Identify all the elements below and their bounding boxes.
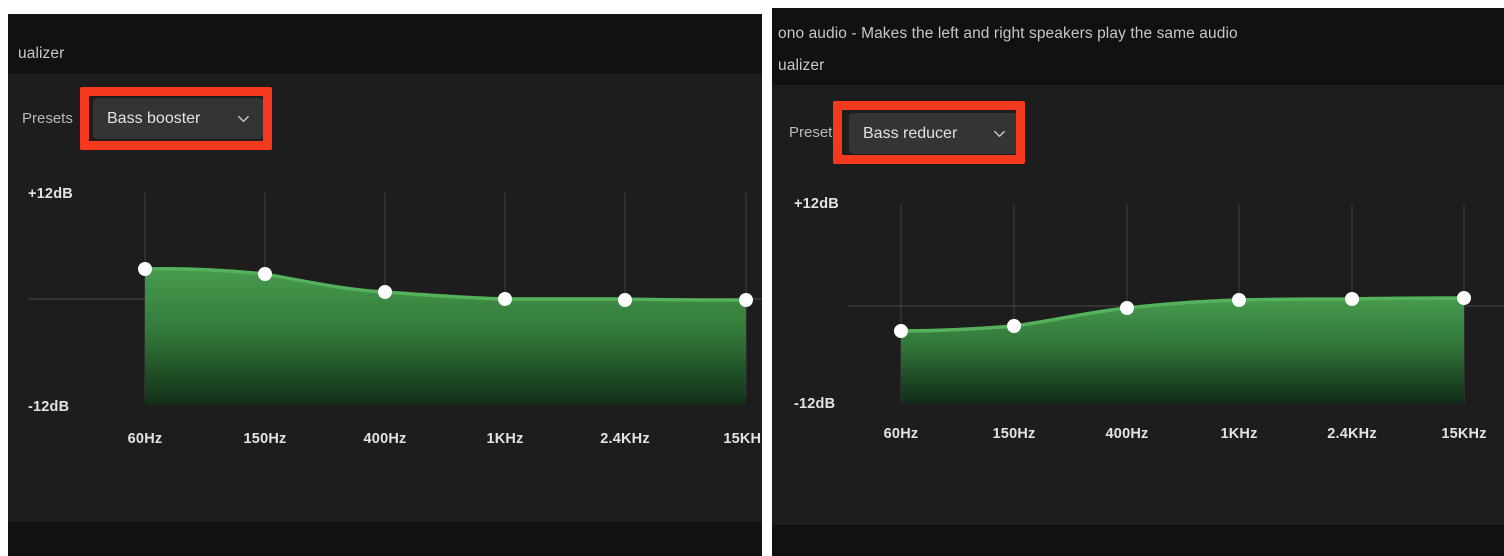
x-tick-label: 60Hz [883, 426, 919, 442]
x-tick-label: 150Hz [243, 431, 287, 447]
y-axis-label-max-right: +12dB [794, 196, 839, 212]
x-tick-label: 1KHz [1220, 426, 1258, 442]
equalizer-card-right: Presets Bass reducer +12dB -12dB 60Hz 15… [772, 85, 1504, 525]
y-axis-label-min-left: -12dB [28, 399, 70, 415]
x-tick-label: 400Hz [363, 431, 407, 447]
x-tick-label: 2.4KHz [1327, 426, 1377, 442]
panel-footer-right [772, 525, 1504, 556]
equalizer-chart-right[interactable] [772, 85, 1504, 525]
x-tick-label: 15KHz [1441, 426, 1487, 442]
y-axis-label-max-left: +12dB [28, 186, 73, 202]
mono-audio-description: ono audio - Makes the left and right spe… [778, 25, 1238, 42]
equalizer-chart-left[interactable] [8, 74, 762, 522]
x-tick-label: 60Hz [127, 431, 163, 447]
equalizer-area-left [145, 268, 746, 405]
x-tick-label: 15KHz [723, 431, 762, 447]
section-title-equalizer-right: ualizer [778, 57, 825, 74]
equalizer-card-left: Presets Bass booster +12dB -12dB 60Hz 15… [8, 74, 762, 522]
x-tick-label: 1KHz [486, 431, 524, 447]
equalizer-area-right [901, 298, 1464, 403]
settings-panel-right: ono audio - Makes the left and right spe… [772, 8, 1504, 556]
panel-footer-left [8, 522, 762, 556]
screenshot-root: ualizer Presets Bass booster +12dB -12dB… [0, 0, 1504, 556]
settings-panel-left: ualizer Presets Bass booster +12dB -12dB… [8, 14, 762, 556]
section-title-equalizer-left: ualizer [18, 45, 65, 62]
x-tick-label: 2.4KHz [600, 431, 650, 447]
x-tick-label: 150Hz [992, 426, 1036, 442]
y-axis-label-min-right: -12dB [794, 396, 836, 412]
x-tick-label: 400Hz [1105, 426, 1149, 442]
